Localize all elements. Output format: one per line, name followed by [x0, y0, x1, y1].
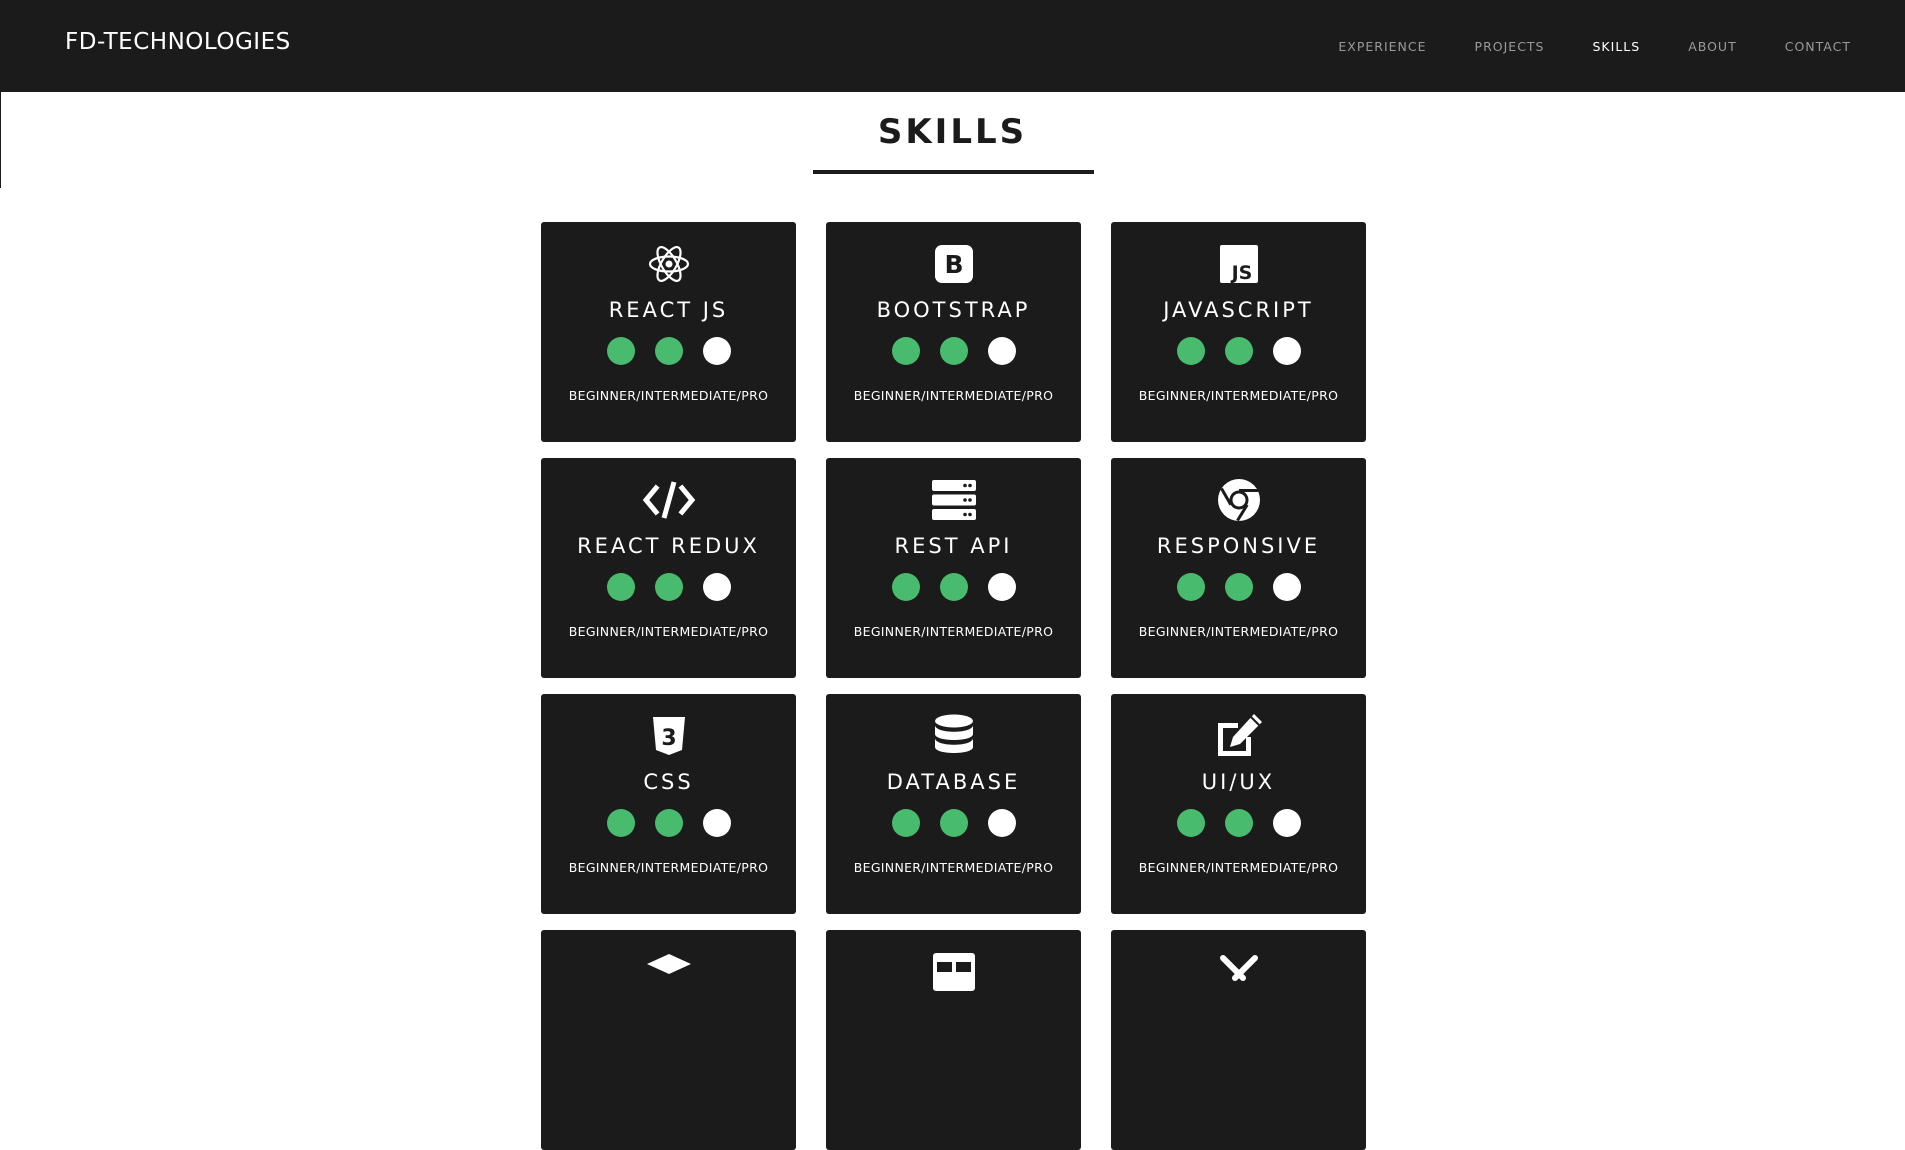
- skill-card-item-10: [826, 930, 1081, 1150]
- nav-link-experience[interactable]: EXPERIENCE: [1338, 39, 1426, 54]
- nav-link-contact[interactable]: CONTACT: [1785, 39, 1851, 54]
- skill-rating: [826, 573, 1081, 601]
- rating-dot-empty: [1272, 337, 1301, 365]
- skill-name: JAVASCRIPT: [1163, 298, 1314, 322]
- skill-level-label: BEGINNER/INTERMEDIATE/PRO: [568, 860, 769, 875]
- skill-level-label: BEGINNER/INTERMEDIATE/PRO: [1138, 624, 1339, 639]
- rating-dot-empty: [987, 337, 1016, 365]
- skill-name: REACT JS: [608, 298, 729, 322]
- rating-dot-empty: [987, 809, 1016, 837]
- rating-dot-filled: [654, 337, 683, 365]
- skill-card-bootstrap: B BOOTSTRAP BEGINNER/INTERMEDIATE/PRO: [826, 222, 1081, 442]
- svg-text:3: 3: [661, 726, 676, 751]
- navbar: FD-TECHNOLOGIES EXPERIENCE PROJECTS SKILLS…: [0, 0, 1905, 92]
- nav-link-about[interactable]: ABOUT: [1688, 39, 1737, 54]
- skill-card-react-js: REACT JS BEGINNER/INTERMEDIATE/PRO: [541, 222, 796, 442]
- rating-dot-filled: [1176, 573, 1205, 601]
- rating-dot-filled: [891, 337, 920, 365]
- react-icon: [541, 242, 796, 286]
- rating-dot-filled: [654, 573, 683, 601]
- rating-dot-filled: [939, 573, 968, 601]
- rating-dot-filled: [1224, 573, 1253, 601]
- skill-rating: [826, 337, 1081, 365]
- title-underline: [813, 170, 1094, 174]
- skill-name: CSS: [643, 770, 694, 794]
- skill-name: DATABASE: [886, 770, 1021, 794]
- skill-name: BOOTSTRAP: [876, 298, 1031, 322]
- skill-name: RESPONSIVE: [1156, 534, 1321, 558]
- section-title: SKILLS: [877, 112, 1028, 152]
- skill-card-javascript: JS JAVASCRIPT BEGINNER/INTERMEDIATE/PRO: [1111, 222, 1366, 442]
- rating-dot-empty: [987, 573, 1016, 601]
- js-icon: JS: [1111, 242, 1366, 286]
- skill-card-database: DATABASE BEGINNER/INTERMEDIATE/PRO: [826, 694, 1081, 914]
- rating-dot-filled: [1224, 337, 1253, 365]
- skill-rating: [1111, 337, 1366, 365]
- skill-rating: [541, 573, 796, 601]
- skill-level-label: BEGINNER/INTERMEDIATE/PRO: [853, 624, 1054, 639]
- rating-dot-filled: [606, 337, 635, 365]
- skill-rating: [541, 337, 796, 365]
- table-icon: [826, 950, 1081, 994]
- rating-dot-filled: [939, 337, 968, 365]
- skill-name: REST API: [894, 534, 1013, 558]
- rating-dot-filled: [1176, 809, 1205, 837]
- skill-card-item-11: [1111, 930, 1366, 1150]
- skill-card-item-9: [541, 930, 796, 1150]
- skill-level-label: BEGINNER/INTERMEDIATE/PRO: [853, 860, 1054, 875]
- skill-card-ui-ux: UI/UX BEGINNER/INTERMEDIATE/PRO: [1111, 694, 1366, 914]
- rating-dot-empty: [702, 573, 731, 601]
- layers-icon: [541, 950, 796, 994]
- edit-icon: [1111, 714, 1366, 758]
- rating-dot-empty: [702, 337, 731, 365]
- skill-level-label: BEGINNER/INTERMEDIATE/PRO: [568, 388, 769, 403]
- rating-dot-empty: [1272, 809, 1301, 837]
- skill-level-label: BEGINNER/INTERMEDIATE/PRO: [853, 388, 1054, 403]
- skill-card-react-redux: REACT REDUX BEGINNER/INTERMEDIATE/PRO: [541, 458, 796, 678]
- nav-link-skills[interactable]: SKILLS: [1593, 39, 1641, 54]
- chrome-icon: [1111, 478, 1366, 522]
- skill-rating: [541, 809, 796, 837]
- rating-dot-filled: [1224, 809, 1253, 837]
- skill-level-label: BEGINNER/INTERMEDIATE/PRO: [1138, 388, 1339, 403]
- rating-dot-empty: [702, 809, 731, 837]
- skill-rating: [826, 809, 1081, 837]
- rating-dot-filled: [939, 809, 968, 837]
- server-icon: [826, 478, 1081, 522]
- nav-links: EXPERIENCE PROJECTS SKILLS ABOUT CONTACT: [1290, 0, 1851, 92]
- code-icon: [541, 478, 796, 522]
- rating-dot-filled: [891, 809, 920, 837]
- svg-text:B: B: [944, 250, 963, 279]
- rating-dot-filled: [1176, 337, 1205, 365]
- css3-icon: 3: [541, 714, 796, 758]
- skill-name: UI/UX: [1201, 770, 1276, 794]
- skill-card-css: 3 CSS BEGINNER/INTERMEDIATE/PRO: [541, 694, 796, 914]
- nav-link-projects[interactable]: PROJECTS: [1475, 39, 1545, 54]
- bootstrap-icon: B: [826, 242, 1081, 286]
- skill-level-label: BEGINNER/INTERMEDIATE/PRO: [1138, 860, 1339, 875]
- skill-rating: [1111, 573, 1366, 601]
- tools-icon: [1111, 950, 1366, 994]
- svg-text:JS: JS: [1229, 262, 1252, 284]
- rating-dot-empty: [1272, 573, 1301, 601]
- rating-dot-filled: [891, 573, 920, 601]
- rating-dot-filled: [654, 809, 683, 837]
- database-icon: [826, 714, 1081, 758]
- rating-dot-filled: [606, 809, 635, 837]
- skill-rating: [1111, 809, 1366, 837]
- brand-logo[interactable]: FD-TECHNOLOGIES: [65, 29, 291, 55]
- rating-dot-filled: [606, 573, 635, 601]
- skill-card-rest-api: REST API BEGINNER/INTERMEDIATE/PRO: [826, 458, 1081, 678]
- skill-card-responsive: RESPONSIVE BEGINNER/INTERMEDIATE/PRO: [1111, 458, 1366, 678]
- skill-name: REACT REDUX: [577, 534, 760, 558]
- skill-level-label: BEGINNER/INTERMEDIATE/PRO: [568, 624, 769, 639]
